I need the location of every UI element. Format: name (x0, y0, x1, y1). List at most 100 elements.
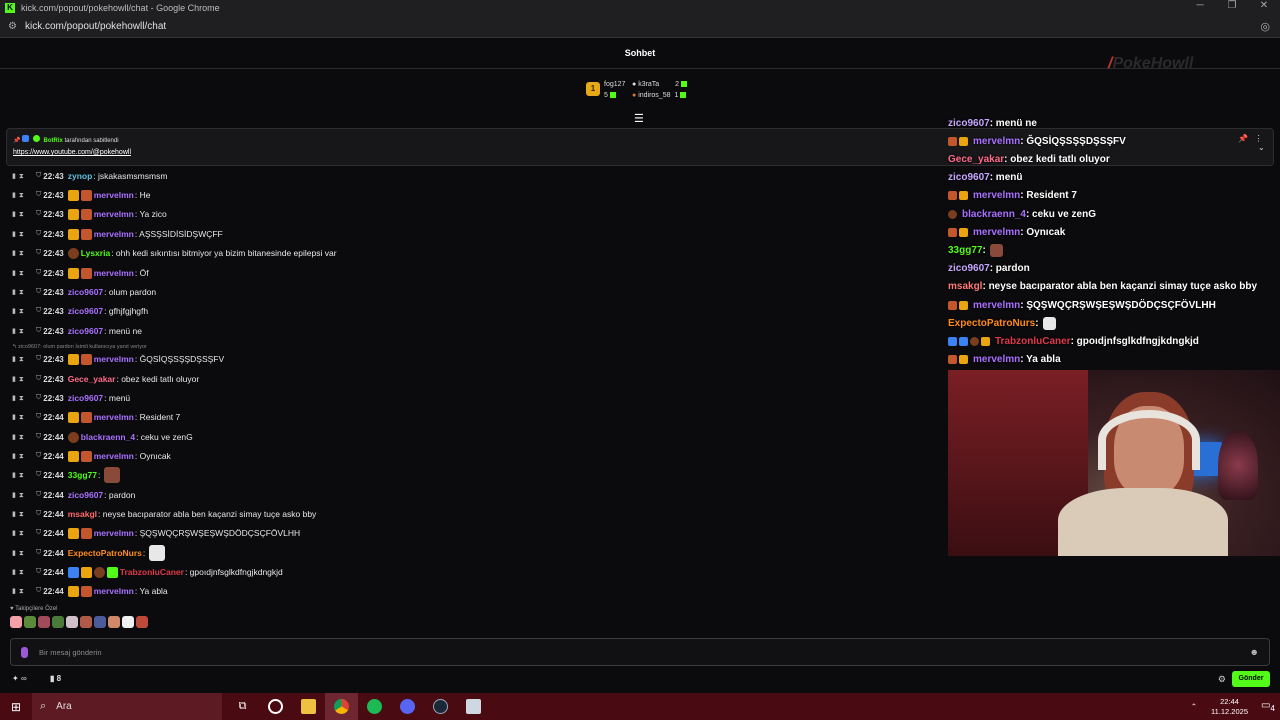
mod-tools-icon[interactable]: ▮⧗ (12, 172, 36, 181)
more-options-icon[interactable]: ⋮ (1255, 134, 1263, 143)
windows-start-icon[interactable]: ⊞ (0, 700, 32, 714)
message-username[interactable]: ExpectoPatroNurs (68, 548, 142, 558)
close-icon[interactable]: ✕ (1248, 0, 1280, 11)
message-username[interactable]: mervelmn (94, 190, 134, 200)
mod-tools-icon[interactable]: ▮⧗ (12, 249, 36, 258)
message-username[interactable]: Gece_yakar (68, 374, 116, 384)
chat-message[interactable]: ▮⧗ ⛉ 22:44 mervelmn: Resident 7 (12, 408, 180, 426)
eye-off-icon[interactable]: ◎ (1260, 20, 1270, 33)
chat-message[interactable]: ▮⧗ ⛉ 22:44 TrabzonluCaner: gpoıdjnfsglkdfng… (12, 563, 283, 581)
message-username[interactable]: zico9607 (68, 287, 103, 297)
message-username[interactable]: msakgl (68, 509, 97, 519)
chat-message[interactable]: ▮⧗ ⛉ 22:43 mervelmn: Öf (12, 264, 149, 282)
chat-message[interactable]: ▮⧗ ⛉ 22:43 mervelmn: Ya zico (12, 205, 167, 223)
chat-message[interactable]: ▮⧗ ⛉ 22:43 Gece_yakar: obez kedi tatlı oluy… (12, 370, 199, 388)
discord-icon[interactable] (391, 693, 424, 720)
message-username[interactable]: mervelmn (94, 451, 134, 461)
chat-message[interactable]: ▮⧗ ⛉ 22:43 zico9607: gfhjfgjhgfh (12, 302, 148, 320)
emoji-picker-icon[interactable]: ☻ (1250, 647, 1259, 657)
taskbar-clock[interactable]: 22:44 11.12.2025 (1211, 697, 1248, 717)
emote-button[interactable] (122, 616, 134, 628)
send-button[interactable]: Gönder (1232, 671, 1270, 687)
message-username[interactable]: mervelmn (94, 209, 134, 219)
chat-message[interactable]: ▮⧗ ⛉ 22:43 mervelmn: He (12, 186, 150, 204)
mod-tools-icon[interactable]: ▮⧗ (12, 491, 36, 500)
mod-tools-icon[interactable]: ▮⧗ (12, 327, 36, 336)
emote-button[interactable] (24, 616, 36, 628)
chat-message[interactable]: ▮⧗ ⛉ 22:44 ExpectoPatroNurs: (12, 544, 166, 562)
message-username[interactable]: mervelmn (94, 412, 134, 422)
chat-message[interactable]: ▮⧗ ⛉ 22:44 mervelmn: ŞQŞWQÇRŞWŞEŞWŞDÖDÇSÇFÖ… (12, 524, 300, 542)
steelseries-icon[interactable] (259, 693, 292, 720)
message-username[interactable]: 33gg77 (68, 470, 97, 480)
chevron-down-icon[interactable]: ⌄ (1258, 143, 1265, 152)
message-username[interactable]: zico9607 (68, 393, 103, 403)
chat-message[interactable]: ▮⧗ ⛉ 22:44 msakgl: neyse bacıparator abla b… (12, 505, 316, 523)
emote-button[interactable] (66, 616, 78, 628)
minimize-icon[interactable]: ─ (1184, 0, 1216, 11)
chat-message[interactable]: ▮⧗ ⛉ 22:44 mervelmn: Ya abla (12, 582, 168, 600)
channel-points[interactable]: ✦ ∞ (12, 674, 27, 683)
message-username[interactable]: zico9607 (68, 490, 103, 500)
mod-tools-icon[interactable]: ▮⧗ (12, 355, 36, 364)
chrome-icon[interactable] (325, 693, 358, 720)
message-input[interactable]: Bir mesaj gönderin ☻ (10, 638, 1270, 666)
emote-button[interactable] (94, 616, 106, 628)
chat-settings-icon[interactable]: ⚙ (1218, 674, 1226, 685)
taskbar-search[interactable]: ⌕ Ara (32, 693, 222, 720)
restore-icon[interactable]: ❐ (1216, 0, 1248, 11)
file-explorer-icon[interactable] (292, 693, 325, 720)
spotify-icon[interactable] (358, 693, 391, 720)
emote-button[interactable] (10, 616, 22, 628)
emote-button[interactable] (38, 616, 50, 628)
mod-tools-icon[interactable]: ▮⧗ (12, 269, 36, 278)
chat-message[interactable]: ▮⧗ ⛉ 22:43 zynop: jskakasmsmsmsm (12, 167, 167, 185)
mod-tools-icon[interactable]: ▮⧗ (12, 230, 36, 239)
collapse-icon[interactable]: ☰ (634, 112, 644, 125)
leader-3[interactable]: ● indiros_58 1 (632, 92, 687, 99)
message-username[interactable]: zico9607 (68, 326, 103, 336)
chat-message[interactable]: ▮⧗ ⛉ 22:44 mervelmn: Oynıcak (12, 447, 171, 465)
chat-message[interactable]: ▮⧗ ⛉ 22:43 zico9607: menü (12, 389, 130, 407)
task-view-icon[interactable]: ⧉ (226, 693, 259, 720)
mod-tools-icon[interactable]: ▮⧗ (12, 452, 36, 461)
mod-tools-icon[interactable]: ▮⧗ (12, 510, 36, 519)
emote-button[interactable] (52, 616, 64, 628)
message-username[interactable]: mervelmn (94, 268, 134, 278)
emote-button[interactable] (136, 616, 148, 628)
chat-message[interactable]: ▮⧗ ⛉ 22:44 33gg77: (12, 466, 121, 484)
chat-message[interactable]: ▮⧗ ⛉ 22:43 mervelmn: AŞSŞSİDİSİDŞWÇFF (12, 225, 223, 243)
mod-tools-icon[interactable]: ▮⧗ (12, 433, 36, 442)
message-username[interactable]: zico9607 (68, 306, 103, 316)
mod-tools-icon[interactable]: ▮⧗ (12, 191, 36, 200)
emote-button[interactable] (108, 616, 120, 628)
mod-tools-icon[interactable]: ▮⧗ (12, 529, 36, 538)
url-text[interactable]: kick.com/popout/pokehowll/chat (25, 21, 166, 32)
leader-1[interactable]: fog127 (604, 81, 625, 88)
mod-tools-icon[interactable]: ▮⧗ (12, 375, 36, 384)
message-username[interactable]: mervelmn (94, 229, 134, 239)
message-username[interactable]: mervelmn (94, 354, 134, 364)
message-username[interactable]: blackraenn_4 (81, 432, 135, 442)
mod-tools-icon[interactable]: ▮⧗ (12, 471, 36, 480)
storage-app-icon[interactable] (457, 693, 490, 720)
chat-message[interactable]: ▮⧗ ⛉ 22:44 zico9607: pardon (12, 486, 135, 504)
message-username[interactable]: mervelmn (94, 528, 134, 538)
mod-tools-icon[interactable]: ▮⧗ (12, 307, 36, 316)
chat-message[interactable]: ▮⧗ ⛉ 22:44 blackraenn_4: ceku ve zenG (12, 428, 193, 446)
unpin-icon[interactable]: 📌 (1238, 134, 1248, 143)
mod-tools-icon[interactable]: ▮⧗ (12, 413, 36, 422)
message-username[interactable]: mervelmn (94, 586, 134, 596)
site-settings-icon[interactable]: ⚙ (8, 21, 17, 32)
mod-tools-icon[interactable]: ▮⧗ (12, 587, 36, 596)
chat-message[interactable]: ▮⧗ ⛉ 22:43 zico9607: menü ne (12, 322, 142, 340)
pinned-by-user[interactable]: BotRix (44, 138, 63, 144)
mod-tools-icon[interactable]: ▮⧗ (12, 394, 36, 403)
mod-tools-icon[interactable]: ▮⧗ (12, 568, 36, 577)
message-username[interactable]: Lysxria (81, 248, 110, 258)
message-username[interactable]: zynop (68, 171, 93, 181)
chat-message[interactable]: ▮⧗ ⛉ 22:43 zico9607: olum pardon (12, 283, 156, 301)
mod-tools-icon[interactable]: ▮⧗ (12, 549, 36, 558)
steam-icon[interactable] (424, 693, 457, 720)
microphone-icon[interactable] (21, 647, 28, 658)
